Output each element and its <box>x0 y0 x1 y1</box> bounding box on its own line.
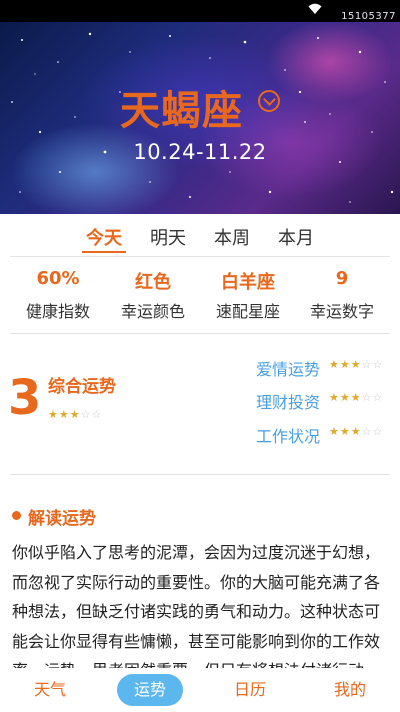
stat-label: 幸运数字 <box>309 302 374 321</box>
star-empty-icon: ☆ <box>372 391 383 404</box>
stat-value: 红色 <box>135 272 171 293</box>
stat-label: 幸运颜色 <box>120 302 185 321</box>
nav-fortune[interactable]: 运势 <box>115 668 185 712</box>
stat-label: 速配星座 <box>215 302 280 321</box>
tab-today[interactable]: 今天 <box>82 224 126 253</box>
status-bar: 15105377 <box>0 0 400 22</box>
tab-this-week[interactable]: 本周 <box>210 224 254 250</box>
bullet-dot-icon <box>12 511 21 520</box>
nav-label: 运势 <box>133 680 166 699</box>
nav-label: 天气 <box>33 680 66 699</box>
tab-tomorrow[interactable]: 明天 <box>146 224 190 250</box>
bottom-nav: 天气 运势 日历 我的 <box>0 668 400 712</box>
reading-text: 你似乎陷入了思考的泥潭，会因为过度沉迷于幻想，而忽视了实际行动的重要性。你的大脑… <box>12 543 381 668</box>
divider <box>10 333 390 334</box>
overall-score: 3 <box>8 370 42 426</box>
stat-lucky-color: 红色 幸运颜色 <box>103 268 203 322</box>
star-filled-icon: ★ <box>48 408 58 421</box>
star-filled-icon: ★ <box>339 391 350 404</box>
star-empty-icon: ☆ <box>372 425 383 438</box>
star-filled-icon: ★ <box>339 425 350 438</box>
stat-health: 60% 健康指数 <box>8 268 108 322</box>
zodiac-header: 天蝎座 10.24-11.22 <box>0 22 400 214</box>
star-empty-icon: ☆ <box>372 358 383 371</box>
love-rating: ★ ★ ★ ☆ ☆ <box>329 359 382 371</box>
star-filled-icon: ★ <box>350 358 361 371</box>
nav-weather[interactable]: 天气 <box>15 668 85 712</box>
stat-value: 9 <box>335 268 349 289</box>
zodiac-date-range: 10.24-11.22 <box>133 140 267 164</box>
star-filled-icon: ★ <box>69 408 80 421</box>
divider <box>10 474 390 475</box>
nav-calendar[interactable]: 日历 <box>215 668 285 712</box>
star-filled-icon: ★ <box>329 391 339 404</box>
period-tabs: 今天 明天 本周 本月 <box>0 220 400 254</box>
star-empty-icon: ☆ <box>361 391 372 404</box>
stat-value: 白羊座 <box>221 272 275 293</box>
overall-rating: ★ ★ ★ ☆ ☆ <box>48 409 101 421</box>
star-empty-icon: ☆ <box>361 425 372 438</box>
stat-label: 健康指数 <box>25 302 90 321</box>
stat-match-sign: 白羊座 速配星座 <box>198 268 298 322</box>
finance-rating: ★ ★ ★ ☆ ☆ <box>329 392 382 404</box>
work-fortune-label: 工作状况 <box>256 427 321 446</box>
zodiac-sign-name[interactable]: 天蝎座 <box>120 78 243 136</box>
reading-title: 解读运势 <box>28 509 96 529</box>
star-empty-icon: ☆ <box>91 408 102 421</box>
chevron-down-circle-icon[interactable] <box>258 90 280 112</box>
wifi-icon <box>308 3 322 14</box>
finance-fortune-label: 理财投资 <box>256 393 321 412</box>
star-filled-icon: ★ <box>58 408 69 421</box>
work-rating: ★ ★ ★ ☆ ☆ <box>329 426 382 438</box>
star-filled-icon: ★ <box>350 391 361 404</box>
nav-label: 我的 <box>333 680 366 699</box>
star-empty-icon: ☆ <box>361 358 372 371</box>
star-filled-icon: ★ <box>350 425 361 438</box>
status-clock: 15105377 <box>341 11 396 22</box>
star-empty-icon: ☆ <box>80 408 91 421</box>
tab-this-month[interactable]: 本月 <box>274 224 318 250</box>
star-filled-icon: ★ <box>329 358 339 371</box>
nav-me[interactable]: 我的 <box>315 668 385 712</box>
star-filled-icon: ★ <box>329 425 339 438</box>
overall-fortune-label: 综合运势 <box>48 377 116 397</box>
star-filled-icon: ★ <box>339 358 350 371</box>
stat-value: 60% <box>36 268 80 289</box>
nav-label: 日历 <box>233 680 266 699</box>
love-fortune-label: 爱情运势 <box>256 360 321 379</box>
divider <box>10 256 390 257</box>
stat-lucky-number: 9 幸运数字 <box>292 268 392 322</box>
